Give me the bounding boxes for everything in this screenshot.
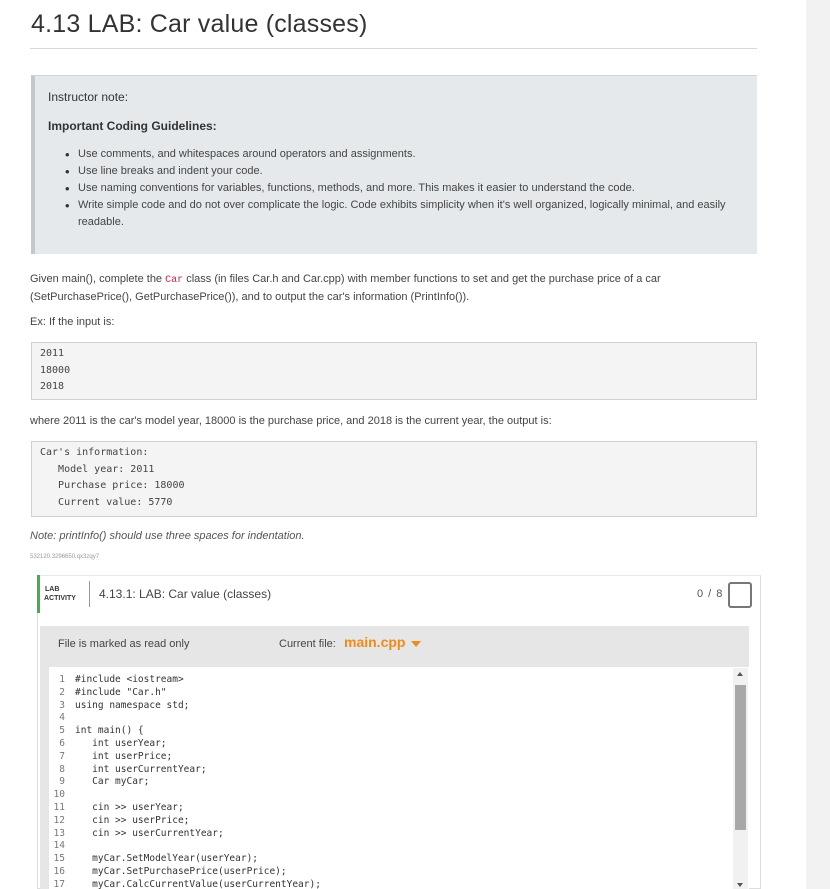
guideline-item: Use line breaks and indent your code. [65, 163, 745, 180]
input-line: 2018 [40, 381, 65, 392]
guideline-item: Write simple code and do not over compli… [65, 197, 745, 231]
output-line: Model year: 2011 [40, 463, 155, 475]
code-text: cin >> userYear; [75, 801, 184, 813]
example-input-box: 2011 18000 2018 [31, 342, 757, 400]
lab-score: 0 / 8 [697, 588, 724, 600]
code-text: int main() { [75, 725, 144, 737]
line-number: 2 [59, 686, 65, 698]
code-text: cin >> userPrice; [75, 814, 190, 826]
code-text: myCar.SetModelYear(userYear); [75, 853, 259, 865]
current-file-label: Current file: [279, 638, 336, 650]
page-title: 4.13 LAB: Car value (classes) [31, 10, 368, 38]
caret-down-icon [411, 640, 422, 647]
code-line: 3 using namespace std; [49, 700, 749, 713]
line-number: 4 [59, 712, 65, 724]
code-editor[interactable]: 1 #include <iostream> 2 #include "Car.h" 3… [49, 667, 749, 889]
lab-title: 4.13.1: LAB: Car value (classes) [99, 587, 272, 601]
code-line: 14 [49, 840, 749, 853]
code-text: using namespace std; [75, 699, 190, 711]
example-output-box: Car's information: Model year: 2011 Purc… [31, 441, 757, 517]
scroll-down-icon[interactable] [737, 883, 743, 887]
description-text-start: Given main(), complete the [30, 273, 166, 285]
code-text: Car myCar; [75, 776, 150, 788]
code-line: 4 [49, 712, 749, 725]
line-number: 9 [59, 776, 65, 788]
line-number: 15 [53, 853, 65, 865]
line-number: 8 [59, 763, 65, 775]
code-line: 7 int userPrice; [49, 751, 749, 764]
output-line: Purchase price: 18000 [40, 480, 185, 491]
lab-header-separator [89, 581, 90, 607]
code-line: 10 [49, 789, 749, 802]
code-line: 16 myCar.SetPurchasePrice(userPrice); [49, 866, 749, 879]
line-number: 11 [53, 801, 65, 813]
instructor-note-heading: Important Coding Guidelines: [48, 119, 217, 133]
title-divider [30, 48, 757, 49]
code-line: 9 Car myCar; [49, 776, 749, 789]
guideline-item: Use naming conventions for variables, fu… [65, 180, 745, 197]
class-name-code: Car [165, 275, 184, 286]
code-line: 5 int main() { [49, 725, 749, 738]
line-number: 5 [59, 725, 65, 737]
code-text: cin >> userCurrentYear; [75, 827, 224, 839]
instructor-note-title: Instructor note: [48, 90, 129, 104]
code-line: 17 myCar.CalcCurrentValue(userCurrentYea… [49, 879, 749, 889]
code-text: int userPrice; [75, 750, 173, 762]
code-line: 6 int userYear; [49, 738, 749, 751]
line-number: 13 [53, 827, 65, 839]
line-number: 10 [53, 789, 65, 801]
indentation-note: Note: printInfo() should use three space… [30, 530, 305, 542]
code-text: #include <iostream> [75, 674, 184, 685]
input-line: 2011 [40, 348, 65, 359]
lab-tag-line: LAB [45, 586, 60, 593]
lab-activity-tag: LAB ACTIVITY [44, 585, 76, 603]
scrollbar-thumb[interactable] [735, 685, 746, 830]
code-line: 8 int userCurrentYear; [49, 764, 749, 777]
line-number: 7 [59, 750, 65, 762]
code-line: 2 #include "Car.h" [49, 687, 749, 700]
problem-description: Given main(), complete the Car class (in… [30, 271, 750, 306]
code-line: 11 cin >> userYear; [49, 802, 749, 815]
code-line: 12 cin >> userPrice; [49, 815, 749, 828]
output-line: Current value: 5770 [40, 496, 173, 508]
line-number: 1 [59, 674, 65, 685]
code-line: 13 cin >> userCurrentYear; [49, 828, 749, 841]
line-number: 3 [59, 699, 65, 711]
line-number: 6 [59, 737, 65, 749]
line-number: 16 [53, 865, 65, 877]
current-file-name: main.cpp [344, 634, 406, 650]
checkbox-icon [728, 582, 752, 608]
example-label: Ex: If the input is: [30, 316, 115, 328]
read-only-label: File is marked as read only [58, 638, 190, 650]
lab-tag-line: ACTIVITY [44, 595, 76, 602]
output-explanation: where 2011 is the car's model year, 1800… [30, 415, 552, 427]
editor-scrollbar[interactable] [733, 668, 748, 889]
code-text: myCar.SetPurchasePrice(userPrice); [75, 865, 287, 877]
code-line: 15 myCar.SetModelYear(userYear); [49, 853, 749, 866]
content-id: 532120.3296650.qx3zqy7 [30, 554, 100, 560]
output-line: Car's information: [40, 447, 149, 458]
line-number: 17 [53, 878, 65, 889]
code-text: int userYear; [75, 737, 167, 749]
instructor-note: Instructor note: Important Coding Guidel… [31, 75, 757, 254]
right-rail [806, 0, 830, 889]
guideline-item: Use comments, and whitespaces around ope… [65, 146, 745, 163]
code-text: int userCurrentYear; [75, 763, 207, 775]
lab-indicator-strip [37, 575, 40, 613]
guidelines-list: Use comments, and whitespaces around ope… [65, 146, 745, 231]
code-text: myCar.CalcCurrentValue(userCurrentYear); [75, 878, 321, 889]
scroll-up-icon[interactable] [737, 672, 743, 676]
code-text: #include "Car.h" [75, 686, 167, 698]
line-number: 14 [53, 840, 65, 852]
line-number: 12 [53, 814, 65, 826]
input-line: 18000 [40, 364, 71, 376]
code-line: 1 #include <iostream> [49, 674, 749, 687]
current-file-dropdown[interactable]: main.cpp [344, 634, 422, 650]
